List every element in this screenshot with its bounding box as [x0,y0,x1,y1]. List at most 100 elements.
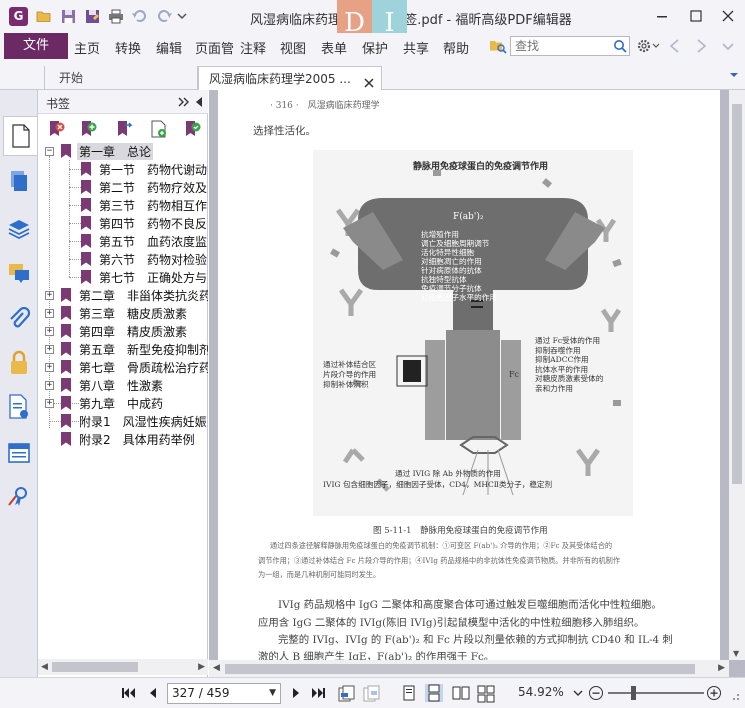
bookmark-horizontal-scrollbar[interactable]: ◀ ▶ [38,659,208,675]
scroll-left-icon[interactable]: ◀ [41,662,48,672]
bookmark-chapter-item[interactable]: 附录2 具体用药举例 [45,430,197,448]
pdf-page[interactable]: · 316 · 风湿病临床药理学 选择性活化。 静脉用免疫球蛋白的免疫调节作用 … [218,90,720,660]
signature-icon[interactable] [4,482,34,512]
bookmark-chapter-item[interactable]: + 第九章 中成药 [45,394,165,412]
menu-view[interactable]: 视图 [280,38,306,57]
find-folder-icon[interactable] [489,38,507,57]
document-properties-icon[interactable] [4,392,34,422]
scroll-right-icon[interactable]: ▶ [198,662,205,672]
bookmark-chapter-item[interactable]: − 第一章 总论 [45,142,154,160]
open-folder-icon[interactable] [36,8,52,24]
last-page-icon[interactable] [311,685,327,701]
previous-page-icon[interactable] [145,685,161,701]
tab-document[interactable]: 风湿病临床药理学2005 ... [198,66,382,90]
bookmark-chapter-item[interactable]: + 第八章 性激素 [45,376,165,394]
expand-toggle-icon[interactable]: + [45,344,54,354]
search-input[interactable] [511,37,607,55]
bookmark-chapter-item[interactable]: + 第五章 新型免疫抑制剂 [45,340,208,358]
document-horizontal-scrollbar[interactable]: ◀ ▶ [209,660,729,677]
add-bookmark-icon[interactable] [80,120,98,138]
customize-dropdown-icon[interactable] [176,8,188,24]
resize-grip-icon[interactable] [728,689,744,705]
article-panel-icon[interactable] [4,438,34,468]
panel-collapse-icon[interactable] [194,96,204,111]
maximize-icon[interactable] [688,8,704,24]
bookmark-goto-icon[interactable] [116,120,134,138]
page-number-input[interactable]: 327 / 459 ▼ [167,683,281,704]
bookmark-section-item[interactable]: 第一节 药物代谢动 [65,160,208,178]
expand-toggle-icon[interactable]: + [45,308,54,318]
expand-toggle-icon[interactable]: + [45,326,54,336]
scroll-right-icon[interactable]: ▶ [718,663,725,673]
zoom-dropdown-icon[interactable] [572,685,588,701]
zoom-level[interactable]: 54.92% [518,685,564,699]
minimize-icon[interactable] [654,8,670,24]
bookmark-chapter-item[interactable]: + 第三章 糖皮质激素 [45,304,189,322]
scroll-down-icon[interactable]: ▼ [733,649,739,658]
save-as-icon[interactable] [84,8,100,24]
bookmark-chapter-item[interactable]: 附录1 风湿性疾病妊娠 [45,412,208,430]
document-vertical-scrollbar[interactable]: ▼ [729,90,745,660]
expand-toggle-icon[interactable]: + [45,398,54,408]
lock-icon[interactable] [4,348,34,378]
scroll-left-icon[interactable]: ◀ [213,663,220,673]
collapse-toggle-icon[interactable]: − [45,146,54,156]
search-icon[interactable] [613,39,627,56]
layers-icon[interactable] [4,214,34,244]
bookmark-section-item[interactable]: 第二节 药物疗效及 [65,178,208,196]
single-page-view-icon[interactable] [402,685,418,701]
menu-form[interactable]: 表单 [321,38,347,57]
zoom-out-icon[interactable] [588,685,604,701]
continuous-facing-view-icon[interactable] [477,685,495,703]
zoom-in-icon[interactable] [706,685,722,701]
bookmark-scroll-thumb[interactable] [52,662,138,672]
bookmark-chapter-item[interactable]: + 第二章 非甾体类抗炎药 [45,286,208,304]
bookmark-options-icon[interactable] [184,120,202,138]
gear-icon[interactable] [636,37,660,58]
panel-expand-icon[interactable] [178,96,190,111]
continuous-view-icon[interactable] [425,684,443,702]
close-icon[interactable] [720,8,736,24]
expand-toggle-icon[interactable]: + [45,362,54,372]
menu-edit[interactable]: 编辑 [156,38,182,57]
first-page-icon[interactable] [120,685,136,701]
horizontal-scroll-thumb[interactable] [225,664,695,674]
menu-comment[interactable]: 注释 [240,38,266,57]
undo-icon[interactable] [132,8,148,24]
page-dropdown-icon[interactable]: ▼ [269,684,276,703]
ribbon-collapse-icon[interactable] [720,38,736,57]
app-logo[interactable]: G [9,7,28,26]
page-thumbnails-icon[interactable] [4,166,34,196]
vertical-scroll-thumb[interactable] [732,104,742,484]
bookmark-section-item[interactable]: 第七节 正确处方与 [65,268,208,286]
facing-view-icon[interactable] [452,685,470,701]
menu-page-management[interactable]: 页面管 [195,38,233,57]
next-view-icon[interactable] [363,685,380,702]
zoom-slider-track[interactable] [608,692,704,694]
menu-home[interactable]: 主页 [74,38,100,57]
document-viewport[interactable]: · 316 · 风湿病临床药理学 选择性活化。 静脉用免疫球蛋白的免疫调节作用 … [209,90,745,677]
menu-convert[interactable]: 转换 [115,38,141,57]
tab-close-icon[interactable] [363,73,375,88]
bookmark-section-item[interactable]: 第六节 药物对检验 [65,250,208,268]
nav-forward-icon[interactable] [694,38,708,57]
bookmark-chapter-item[interactable]: + 第四章 精皮质激素 [45,322,189,340]
new-page-bookmark-icon[interactable] [150,120,168,138]
menu-share[interactable]: 共享 [403,38,429,57]
attachments-icon[interactable] [4,304,34,334]
next-page-icon[interactable] [288,685,304,701]
previous-view-icon[interactable] [338,685,355,702]
bookmark-chapter-item[interactable]: + 第七章 骨质疏松治疗药 [45,358,208,376]
bookmark-panel-icon[interactable] [3,116,37,156]
comments-icon[interactable] [4,258,34,288]
expand-toggle-icon[interactable]: + [45,380,54,390]
tab-start[interactable]: 开始 [44,66,198,90]
delete-bookmark-icon[interactable] [48,120,66,138]
redo-icon[interactable] [156,8,172,24]
zoom-slider-thumb[interactable] [631,686,636,700]
expand-toggle-icon[interactable]: + [45,290,54,300]
nav-back-icon[interactable] [668,38,682,57]
bookmark-section-item[interactable]: 第四节 药物不良反 [65,214,208,232]
tab-list-dropdown-icon[interactable] [727,68,741,82]
print-icon[interactable] [108,8,124,24]
